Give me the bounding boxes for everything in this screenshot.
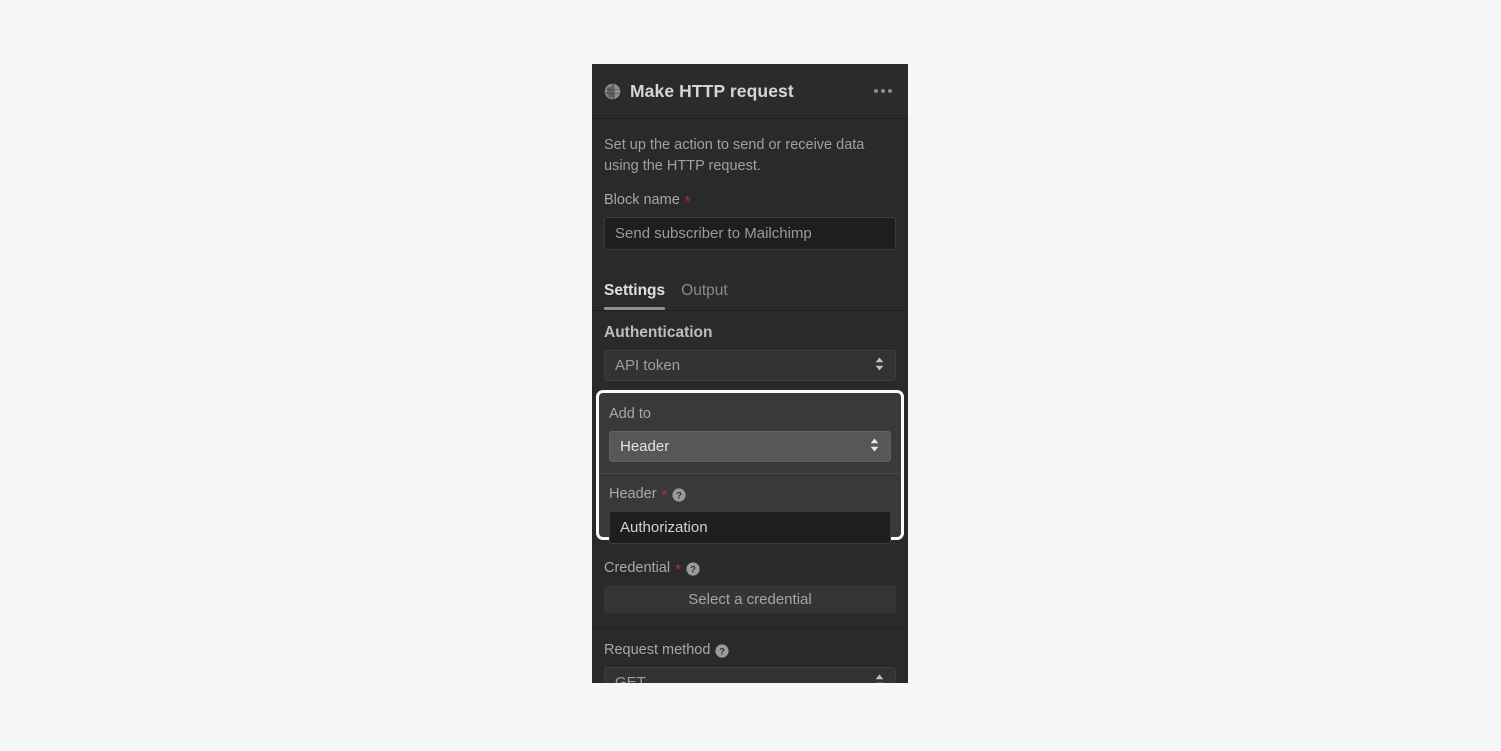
- authentication-title: Authentication: [604, 324, 713, 341]
- credential-group: Credential * ? Select a credential: [592, 546, 908, 628]
- request-method-select-value: GET: [615, 674, 646, 683]
- request-method-group: Request method ? GET: [592, 628, 908, 683]
- authentication-group: Authentication API token: [592, 311, 908, 396]
- header-label-text: Header: [609, 486, 657, 502]
- updown-chevron-icon: [874, 356, 885, 376]
- header-input[interactable]: Authorization: [609, 511, 891, 544]
- globe-icon: [604, 83, 630, 100]
- required-asterisk: *: [661, 487, 668, 504]
- panel-header: Make HTTP request: [592, 64, 908, 119]
- divider: [599, 473, 901, 474]
- header-label: Header * ?: [609, 485, 891, 503]
- required-asterisk: *: [675, 561, 681, 578]
- svg-text:?: ?: [690, 564, 696, 574]
- add-to-field: Add to Header: [607, 405, 893, 462]
- help-icon[interactable]: ?: [672, 488, 687, 502]
- svg-text:?: ?: [677, 490, 683, 500]
- request-method-label-text: Request method: [604, 642, 711, 658]
- http-request-panel: Make HTTP request Set up the action to s…: [592, 64, 908, 683]
- add-to-select[interactable]: Header: [609, 431, 891, 462]
- tab-settings[interactable]: Settings: [604, 282, 666, 310]
- kebab-menu-icon[interactable]: [872, 83, 894, 99]
- panel-title: Make HTTP request: [630, 80, 794, 101]
- block-name-group: Block name * Send subscriber to Mailchim…: [592, 177, 908, 266]
- authentication-select[interactable]: API token: [604, 350, 896, 381]
- block-name-label: Block name *: [604, 191, 896, 209]
- credential-label-text: Credential: [604, 560, 671, 576]
- help-icon[interactable]: ?: [686, 562, 700, 576]
- add-to-label: Add to: [609, 406, 651, 422]
- panel-description: Set up the action to send or receive dat…: [604, 137, 865, 174]
- block-name-input[interactable]: Send subscriber to Mailchimp: [604, 217, 896, 250]
- select-credential-button[interactable]: Select a credential: [604, 585, 896, 613]
- credential-label: Credential * ?: [604, 559, 896, 577]
- required-asterisk: *: [684, 193, 691, 210]
- help-icon[interactable]: ?: [715, 644, 730, 658]
- add-to-select-value: Header: [620, 438, 670, 455]
- block-name-label-text: Block name: [604, 192, 680, 208]
- authentication-select-value: API token: [615, 357, 681, 374]
- tab-output[interactable]: Output: [681, 282, 728, 310]
- header-field: Header * ? Authorization: [607, 485, 893, 544]
- page-root: Make HTTP request Set up the action to s…: [0, 0, 1501, 751]
- request-method-select[interactable]: GET: [604, 667, 896, 683]
- updown-chevron-icon: [874, 673, 885, 683]
- request-method-label: Request method ?: [604, 641, 896, 659]
- add-to-highlighted-section: Add to Header Header * ? Authorization: [596, 390, 904, 544]
- svg-text:?: ?: [720, 646, 726, 656]
- updown-chevron-icon: [869, 437, 880, 457]
- panel-tabs: Settings Output: [592, 266, 908, 311]
